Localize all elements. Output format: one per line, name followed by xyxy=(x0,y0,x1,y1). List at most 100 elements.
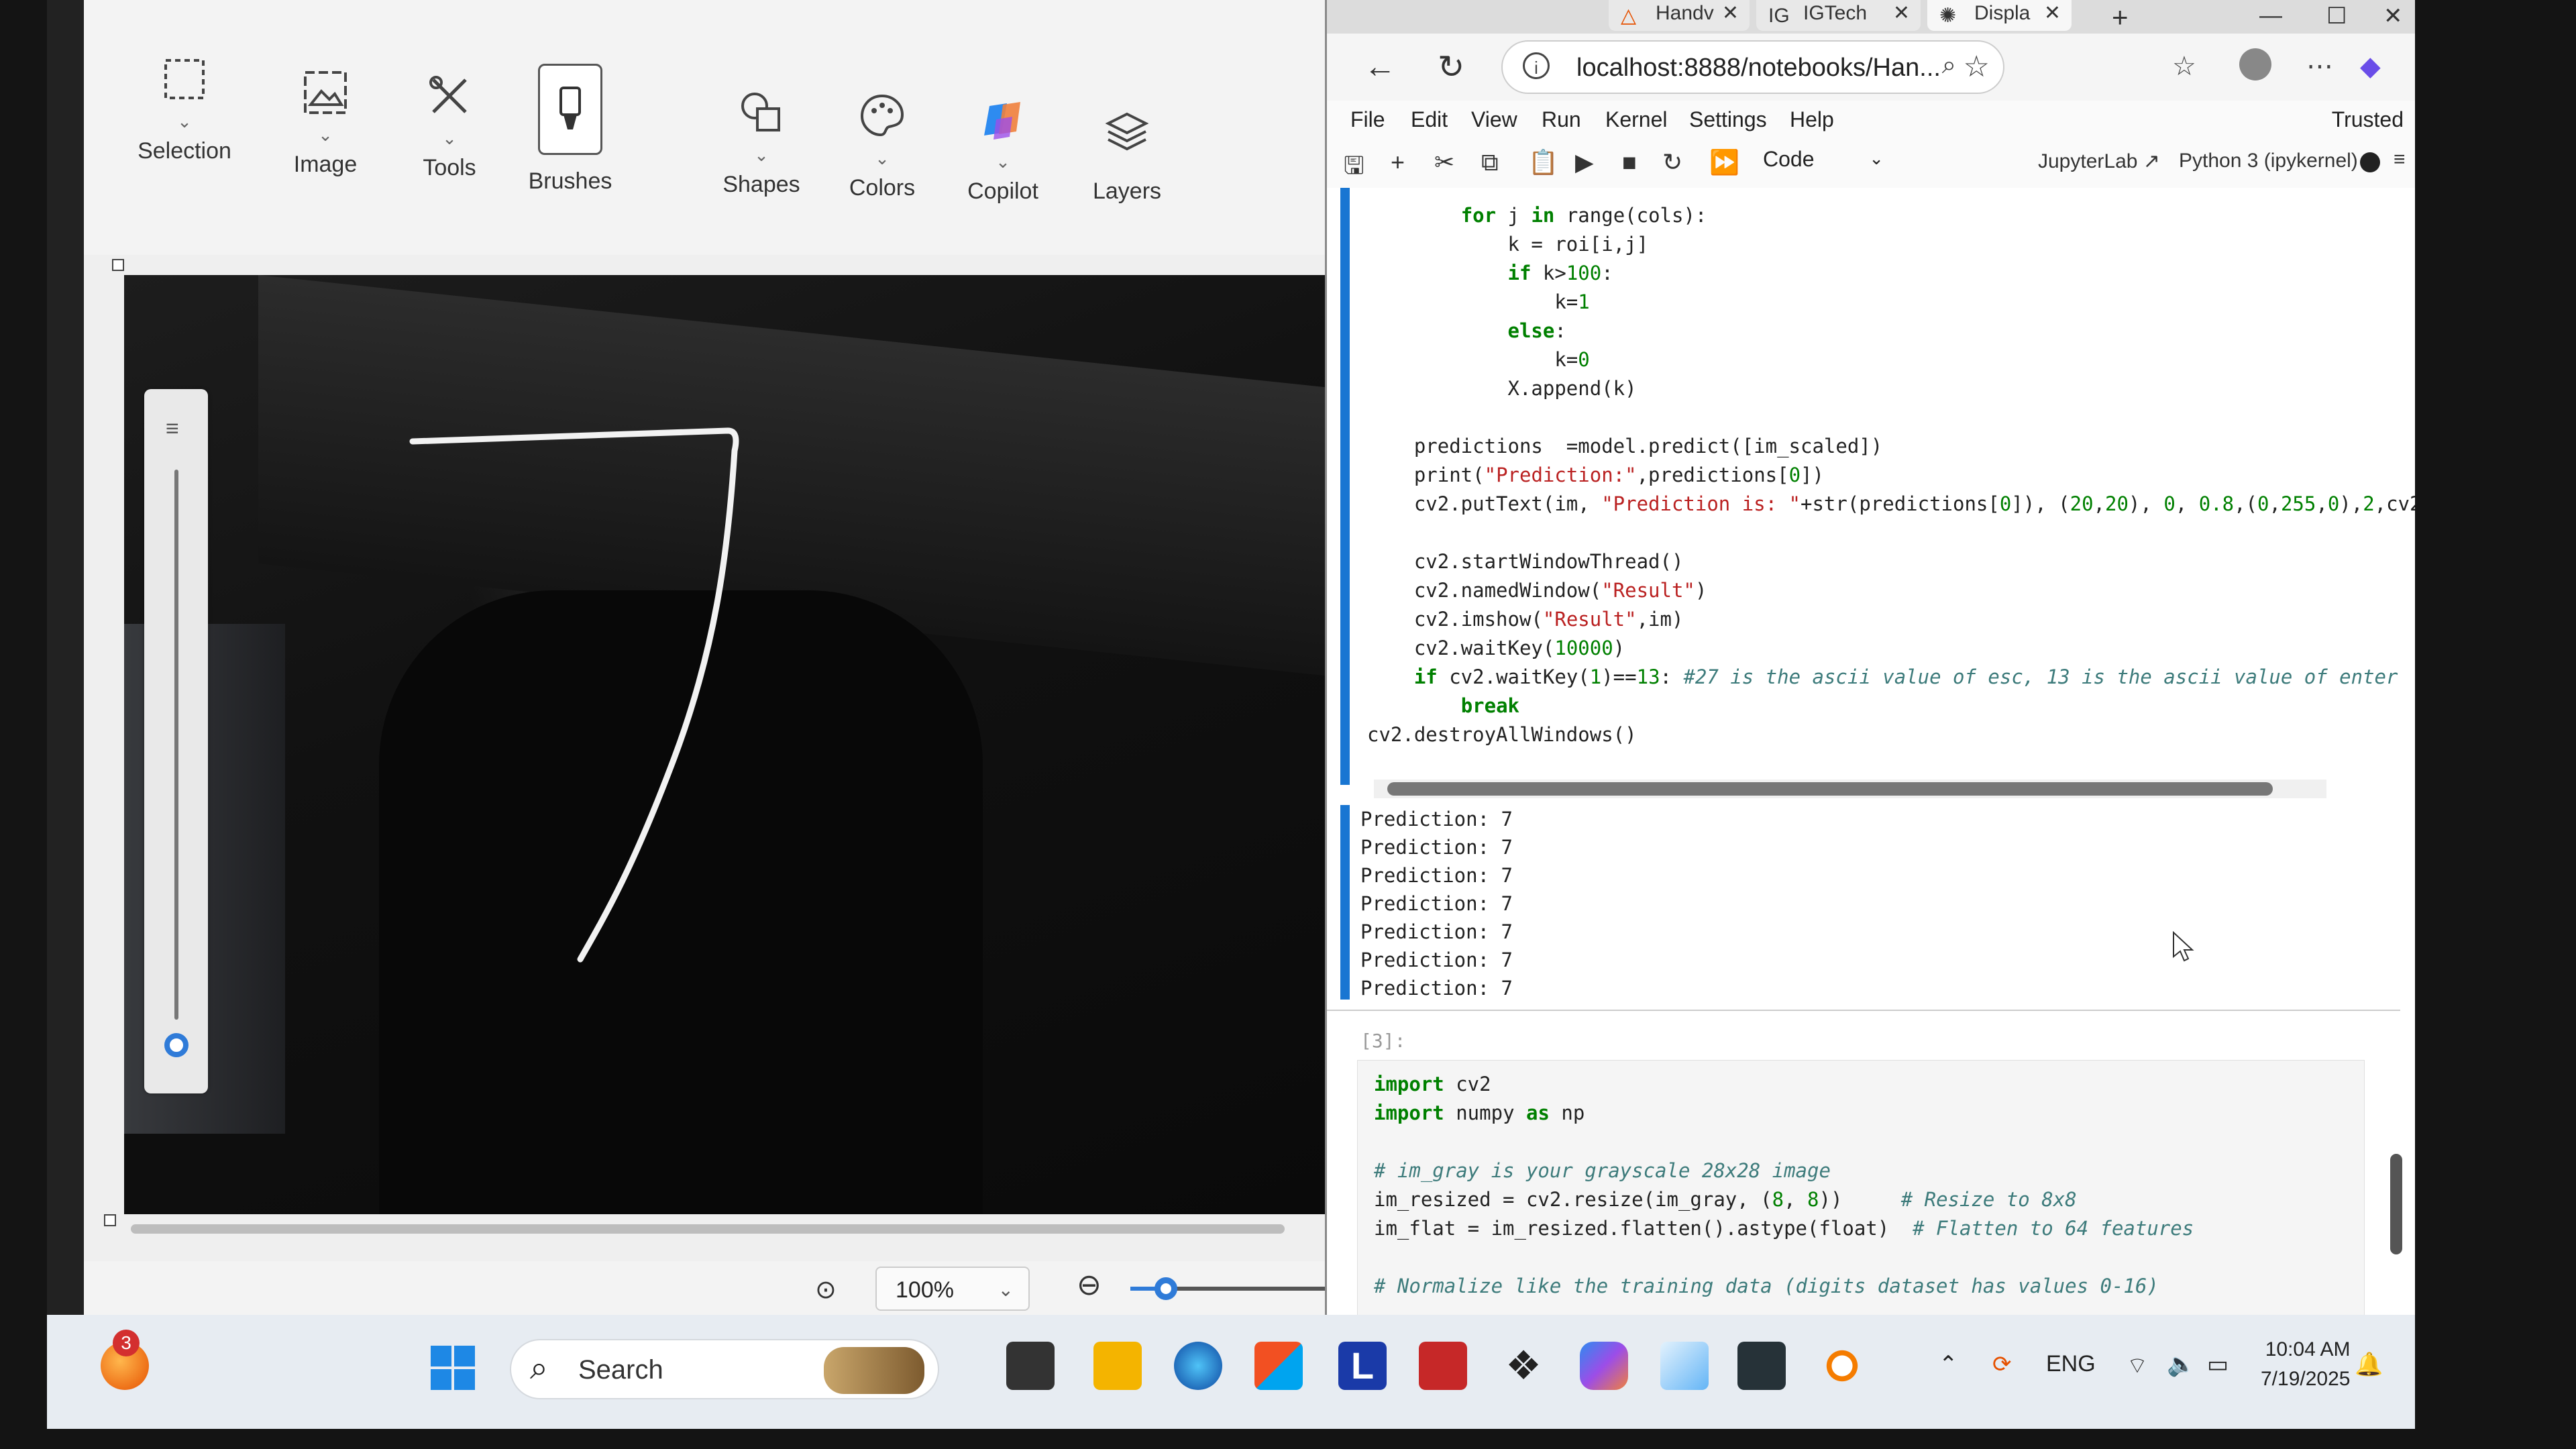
zoom-dropdown[interactable]: 100% ⌄ xyxy=(875,1267,1030,1311)
jupyter-icon[interactable] xyxy=(1818,1342,1866,1390)
sync-icon[interactable]: ⟳ xyxy=(1992,1351,2012,1378)
language-indicator[interactable]: ENG xyxy=(2046,1351,2096,1377)
code-horizontal-scrollbar[interactable] xyxy=(1374,780,2326,798)
menu-file[interactable]: File xyxy=(1350,107,1385,132)
info-icon[interactable]: i xyxy=(1523,52,1550,79)
ribbon-label: Tools xyxy=(423,155,476,180)
close-icon[interactable]: ✕ xyxy=(2044,0,2061,27)
notification-badge: 3 xyxy=(113,1330,140,1356)
menu-icon[interactable]: ≡ xyxy=(2394,148,2406,171)
kernel-name[interactable]: Python 3 (ipykernel) xyxy=(2179,150,2358,172)
brush-size-slider[interactable]: ≡ xyxy=(144,389,208,1093)
cut-icon[interactable]: ✂ xyxy=(1434,148,1454,176)
selection-icon xyxy=(152,47,217,111)
notifications-icon[interactable]: 🔔 xyxy=(2355,1351,2383,1378)
shapes-button[interactable]: ⌄ Shapes xyxy=(704,80,818,198)
volume-icon[interactable]: 🔈 xyxy=(2167,1351,2195,1378)
trusted-indicator[interactable]: Trusted xyxy=(2332,107,2404,132)
chevron-down-icon: ⌄ xyxy=(177,111,192,131)
colors-button[interactable]: ⌄ Colors xyxy=(825,84,939,201)
stop-icon[interactable]: ■ xyxy=(1622,148,1637,176)
ribbon-label: Colors xyxy=(849,175,916,201)
app-l-icon[interactable]: L xyxy=(1338,1342,1387,1390)
chevron-up-icon[interactable]: ⌃ xyxy=(1939,1351,1958,1378)
favorites-icon[interactable]: ☆ xyxy=(2172,51,2196,82)
run-icon[interactable]: ▶ xyxy=(1575,148,1594,176)
back-icon[interactable]: ← xyxy=(1364,48,1396,85)
copilot-icon[interactable]: ◆ xyxy=(2360,51,2381,82)
profile-icon[interactable] xyxy=(2239,48,2271,80)
save-icon[interactable]: 🖫 xyxy=(1344,148,1364,189)
chevron-down-icon: ⌄ xyxy=(875,148,890,168)
canvas-image[interactable] xyxy=(124,275,1365,1214)
battery-icon[interactable]: ▭ xyxy=(2207,1351,2229,1378)
active-cell-indicator xyxy=(1340,188,1350,785)
menu-edit[interactable]: Edit xyxy=(1411,107,1448,132)
browser-window: △ Handv ✕ IG IGTech ✕ ✺ Displa ✕ + — ☐ ✕… xyxy=(1325,0,2415,1315)
start-button[interactable] xyxy=(431,1346,475,1390)
more-icon[interactable]: ⋯ xyxy=(2306,51,2333,82)
paste-icon[interactable]: 📋 xyxy=(1528,148,1558,176)
canvas-horizontal-scrollbar[interactable] xyxy=(131,1224,1285,1234)
menu-help[interactable]: Help xyxy=(1790,107,1834,132)
terminal-icon[interactable] xyxy=(1737,1342,1786,1390)
url-field[interactable]: i localhost:8888/notebooks/Han... ⌕ ☆ xyxy=(1501,40,2004,94)
restart-icon[interactable]: ↻ xyxy=(1662,148,1682,176)
mcafee-icon[interactable] xyxy=(1419,1342,1467,1390)
add-cell-icon[interactable]: + xyxy=(1391,148,1405,176)
new-tab-icon[interactable]: + xyxy=(2112,1,2129,34)
settings-app-icon[interactable] xyxy=(1660,1342,1709,1390)
task-view-icon[interactable] xyxy=(1006,1342,1055,1390)
taskbar-search[interactable]: ⌕ Search xyxy=(510,1339,939,1399)
layers-button[interactable]: Layers xyxy=(1070,101,1184,205)
code-cell-source[interactable]: for j in range(cols): k = roi[i,j] if k>… xyxy=(1367,201,2415,749)
brushes-button[interactable]: Brushes xyxy=(513,64,627,195)
minimize-icon[interactable]: — xyxy=(2259,3,2282,29)
browser-tab[interactable]: IG IGTech ✕ xyxy=(1756,0,1921,31)
image-icon xyxy=(293,60,358,125)
resize-handle[interactable] xyxy=(112,259,124,271)
copilot-button[interactable]: ⌄ Copilot xyxy=(946,87,1060,205)
zoom-value: 100% xyxy=(896,1277,954,1303)
wifi-icon[interactable]: ⌔ xyxy=(2127,1351,2148,1380)
notebook-vertical-scrollbar[interactable] xyxy=(2390,228,2404,1301)
tab-strip: △ Handv ✕ IG IGTech ✕ ✺ Displa ✕ + — ☐ ✕ xyxy=(1327,0,2415,34)
slider-thumb[interactable] xyxy=(164,1033,189,1057)
chatgpt-icon: ✺ xyxy=(1939,5,1957,27)
menu-view[interactable]: View xyxy=(1471,107,1517,132)
close-icon[interactable]: ✕ xyxy=(1893,0,1910,27)
store-icon[interactable] xyxy=(1254,1342,1303,1390)
image-button[interactable]: ⌄ Image xyxy=(268,60,382,178)
paint-window: ⌄ Selection ⌄ Image ⌄ Tools Brushes ⌄ Sh… xyxy=(84,0,1365,1315)
maximize-icon[interactable]: ☐ xyxy=(2326,3,2347,30)
drawn-digit-seven xyxy=(409,427,739,963)
cell-prompt: [3]: xyxy=(1360,1030,1406,1052)
jupyterlab-link[interactable]: JupyterLab ↗ xyxy=(2038,150,2160,173)
dropbox-icon[interactable]: ❖ xyxy=(1499,1342,1548,1390)
refresh-icon[interactable]: ↻ xyxy=(1438,48,1464,86)
fit-to-window-icon[interactable]: ⊙ xyxy=(815,1275,837,1305)
browser-tab-active[interactable]: ✺ Displa ✕ xyxy=(1927,0,2072,31)
star-icon[interactable]: ☆ xyxy=(1964,50,1990,84)
cell-type-select[interactable]: Code ⌄ xyxy=(1763,147,1884,178)
zoom-out-icon[interactable]: ⊖ xyxy=(1077,1268,1102,1302)
tools-button[interactable]: ⌄ Tools xyxy=(392,64,506,181)
slider-thumb[interactable] xyxy=(1155,1277,1177,1300)
selection-button[interactable]: ⌄ Selection xyxy=(127,47,241,164)
close-icon[interactable]: ✕ xyxy=(1722,0,1739,27)
resize-handle[interactable] xyxy=(104,1214,116,1226)
code-cell-source[interactable]: import cv2 import numpy as np # im_gray … xyxy=(1374,1070,2194,1301)
menu-run[interactable]: Run xyxy=(1542,107,1581,132)
edge-icon[interactable] xyxy=(1174,1342,1222,1390)
browser-tab[interactable]: △ Handv ✕ xyxy=(1609,0,1750,31)
system-clock[interactable]: 10:04 AM 7/19/2025 xyxy=(2261,1335,2350,1394)
copy-icon[interactable]: ⧉ xyxy=(1481,148,1499,177)
zoom-icon[interactable]: ⌕ xyxy=(1942,51,1956,80)
url-text: localhost:8888/notebooks/Han... xyxy=(1576,54,1941,82)
close-window-icon[interactable]: ✕ xyxy=(2383,3,2403,30)
menu-kernel[interactable]: Kernel xyxy=(1605,107,1668,132)
run-all-icon[interactable]: ⏩ xyxy=(1709,148,1739,176)
copilot-icon[interactable] xyxy=(1580,1342,1628,1390)
file-explorer-icon[interactable] xyxy=(1093,1342,1142,1390)
menu-settings[interactable]: Settings xyxy=(1689,107,1767,132)
